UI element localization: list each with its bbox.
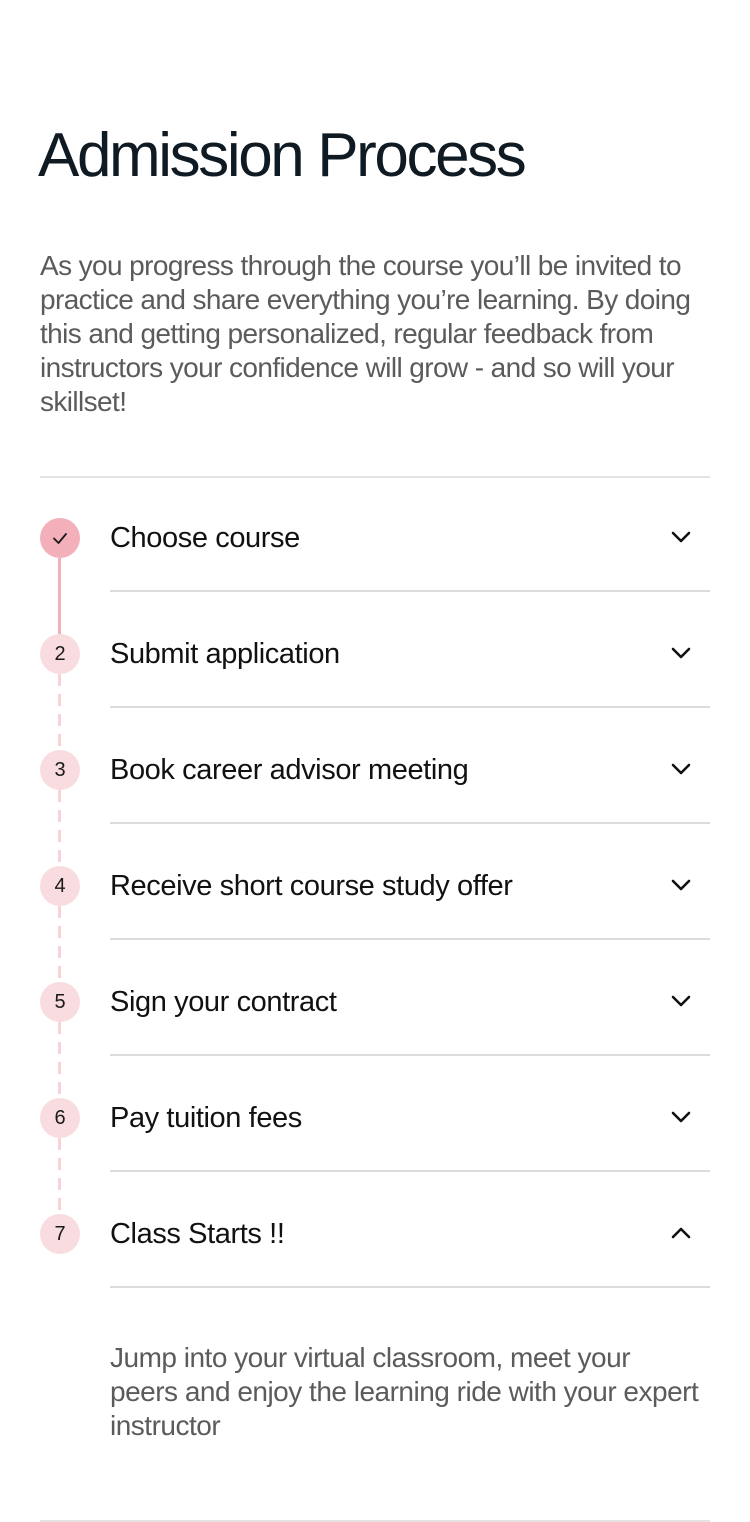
step-pay-tuition-fees[interactable]: 6 Pay tuition fees	[40, 1056, 710, 1172]
step-number-badge: 5	[40, 982, 80, 1022]
chevron-down-icon[interactable]	[670, 1106, 692, 1128]
step-label: Submit application	[110, 638, 340, 670]
intro-paragraph: As you progress through the course you’l…	[40, 250, 691, 417]
chevron-up-icon[interactable]	[670, 1222, 692, 1244]
chevron-down-icon[interactable]	[670, 990, 692, 1012]
check-icon	[53, 533, 67, 544]
step-class-starts[interactable]: 7 Class Starts !!	[40, 1172, 710, 1288]
step-number-badge: 7	[40, 1214, 80, 1254]
chevron-down-icon[interactable]	[670, 642, 692, 664]
step-number-badge: 3	[40, 750, 80, 790]
step-number-badge: 6	[40, 1098, 80, 1138]
step-sign-contract[interactable]: 5 Sign your contract	[40, 940, 710, 1056]
step-description: Jump into your virtual classroom, meet y…	[110, 1342, 699, 1441]
step-book-career-advisor-meeting[interactable]: 3 Book career advisor meeting	[40, 708, 710, 824]
page-title: Admission Process	[38, 121, 527, 190]
step-label: Book career advisor meeting	[110, 754, 469, 786]
chevron-down-icon[interactable]	[670, 526, 692, 548]
chevron-down-icon[interactable]	[670, 758, 692, 780]
step-number-badge: 4	[40, 866, 80, 906]
step-choose-course[interactable]: Choose course	[40, 476, 710, 592]
chevron-down-icon[interactable]	[670, 874, 692, 896]
step-label: Pay tuition fees	[110, 1102, 302, 1134]
divider	[110, 1286, 710, 1288]
step-completed-badge	[40, 518, 80, 558]
step-label: Receive short course study offer	[110, 870, 513, 902]
step-submit-application[interactable]: 2 Submit application	[40, 592, 710, 708]
step-label: Sign your contract	[110, 986, 337, 1018]
step-label: Choose course	[110, 522, 300, 554]
step-label: Class Starts !!	[110, 1218, 285, 1250]
step-number-badge: 2	[40, 634, 80, 674]
step-receive-study-offer[interactable]: 4 Receive short course study offer	[40, 824, 710, 940]
